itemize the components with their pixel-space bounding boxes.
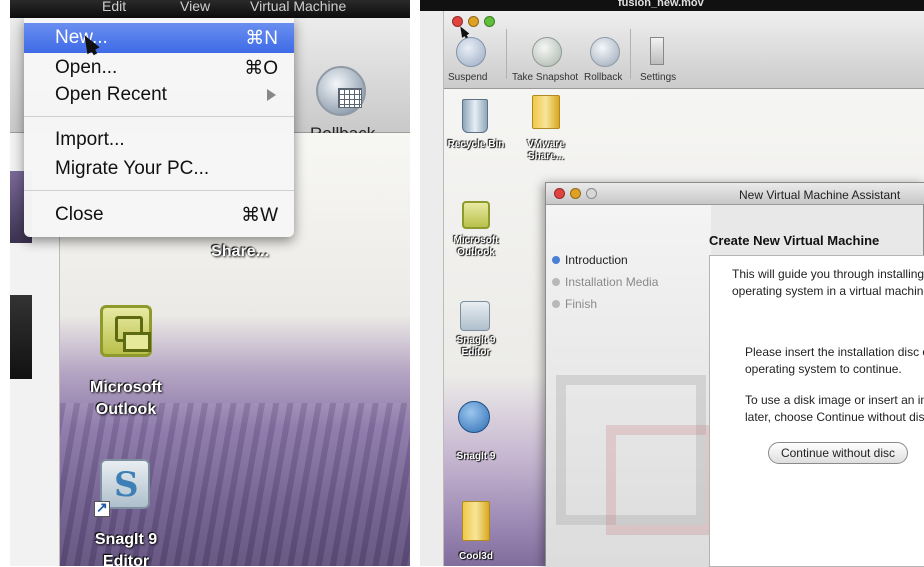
snagit-icon[interactable] xyxy=(458,401,490,433)
snagit-editor-label-line1: SnagIt 9 xyxy=(456,335,496,346)
menu-item-new[interactable]: New... ⌘N xyxy=(24,23,294,53)
settings-icon[interactable] xyxy=(650,37,664,65)
menu-item-migrate[interactable]: Migrate Your PC... xyxy=(24,154,294,184)
menu-virtual-machine[interactable]: Virtual Machine xyxy=(250,0,346,14)
shortcut-arrow-icon xyxy=(94,499,110,517)
intro-text-line2: operating system in a virtual machine xyxy=(732,284,924,298)
menu-bar: Edit View Virtual Machine xyxy=(10,0,410,18)
outlook-icon[interactable] xyxy=(100,305,152,357)
recycle-bin-label: Recycle Bin xyxy=(447,139,505,150)
cool3d-folder-icon[interactable] xyxy=(462,501,490,541)
suspend-icon[interactable] xyxy=(456,37,486,67)
continue-without-disc-button[interactable]: Continue without disc xyxy=(768,442,908,464)
rollback-icon[interactable] xyxy=(590,37,620,67)
left-screenshot-panel: Edit View Virtual Machine Rollback Share… xyxy=(10,0,410,566)
step-installation-media: Installation Media xyxy=(552,275,658,289)
menu-item-shortcut: ⌘N xyxy=(245,28,278,49)
assistant-title: New Virtual Machine Assistant xyxy=(739,188,901,202)
vmware-logo-watermark xyxy=(556,375,716,535)
vm-thumbnail[interactable] xyxy=(10,295,32,379)
new-vm-assistant-window: New Virtual Machine Assistant Introducti… xyxy=(545,182,924,567)
menu-item-shortcut: ⌘O xyxy=(244,58,278,79)
menu-item-close[interactable]: Close ⌘W xyxy=(24,200,294,230)
menu-item-label: Migrate Your PC... xyxy=(55,158,210,179)
insert-disc-text-line1: Please insert the installation disc o xyxy=(745,345,924,359)
step-label: Finish xyxy=(565,297,598,311)
menu-item-label: Import... xyxy=(55,129,125,150)
outlook-label-line2: Outlook xyxy=(457,247,495,258)
snagit-label-line1: SnagIt 9 xyxy=(94,531,158,548)
snagit-editor-icon[interactable] xyxy=(460,301,490,331)
step-dot-icon xyxy=(552,278,560,286)
menu-item-label: Open Recent xyxy=(55,84,167,105)
zoom-window-button[interactable] xyxy=(586,188,597,199)
file-menu: New... ⌘N Open... ⌘O Open Recent Import.… xyxy=(24,18,294,237)
menu-item-shortcut: ⌘W xyxy=(241,205,278,226)
take-snapshot-icon[interactable] xyxy=(532,37,562,67)
outlook-label-line1: Microsoft xyxy=(90,379,162,396)
share-icon-label[interactable]: Share... xyxy=(190,243,290,261)
recycle-bin-icon[interactable] xyxy=(462,99,488,133)
step-active-dot-icon xyxy=(552,256,560,264)
step-finish: Finish xyxy=(552,297,597,311)
disk-image-text-line1: To use a disk image or insert an in xyxy=(745,393,924,407)
assistant-content-pane: This will guide you through installing o… xyxy=(709,255,924,567)
insert-disc-text-line2: operating system to continue. xyxy=(745,362,902,376)
top-title-bar: fusion_new.mov xyxy=(420,0,924,11)
menu-separator xyxy=(24,190,294,191)
cool3d-label: Cool3d xyxy=(459,551,493,562)
suspend-label[interactable]: Suspend xyxy=(448,72,487,83)
assistant-heading: Create New Virtual Machine xyxy=(709,233,880,248)
menu-separator xyxy=(24,116,294,117)
close-window-button[interactable] xyxy=(554,188,565,199)
assistant-steps-sidebar: Introduction Installation Media Finish xyxy=(546,205,716,567)
submenu-arrow-icon xyxy=(267,89,276,101)
minimize-window-button[interactable] xyxy=(570,188,581,199)
disk-image-text-line2: later, choose Continue without disc xyxy=(745,410,924,424)
snagit-label: SnagIt 9 xyxy=(456,451,496,462)
step-label: Introduction xyxy=(565,253,628,267)
toolbar-divider xyxy=(630,29,631,79)
menu-item-open-recent[interactable]: Open Recent xyxy=(24,80,294,110)
snagit-editor-label-line2: Editor xyxy=(461,347,491,358)
settings-label[interactable]: Settings xyxy=(640,72,676,83)
menu-edit[interactable]: Edit xyxy=(102,0,126,14)
rollback-label[interactable]: Rollback xyxy=(584,72,622,83)
vmware-share-label-line1: VMware xyxy=(527,139,565,150)
toolbar-divider xyxy=(506,29,507,79)
outlook-label-line2: Outlook xyxy=(95,401,157,418)
menu-view[interactable]: View xyxy=(180,0,210,14)
vm-library-sidebar xyxy=(420,11,444,566)
rollback-icon[interactable] xyxy=(316,66,366,116)
vmware-share-folder-icon[interactable] xyxy=(532,95,560,129)
take-snapshot-label[interactable]: Take Snapshot xyxy=(512,72,578,83)
vmware-share-label-line2: Share... xyxy=(527,151,565,162)
outlook-icon[interactable] xyxy=(462,201,490,229)
step-label: Installation Media xyxy=(565,275,659,289)
vm-window-toolbar: Suspend Take Snapshot Rollback Settings xyxy=(444,11,924,89)
step-introduction: Introduction xyxy=(552,253,628,267)
recording-title: fusion_new.mov xyxy=(618,0,704,9)
assistant-title-bar: New Virtual Machine Assistant xyxy=(546,183,924,205)
menu-item-label: Open... xyxy=(55,57,118,78)
step-dot-icon xyxy=(552,300,560,308)
menu-item-label: Close xyxy=(55,204,104,225)
outlook-label-line1: Microsoft xyxy=(453,235,499,246)
menu-item-open[interactable]: Open... ⌘O xyxy=(24,53,294,83)
intro-text-line1: This will guide you through installing xyxy=(732,267,924,281)
minimize-window-button[interactable] xyxy=(468,16,479,27)
menu-item-import[interactable]: Import... xyxy=(24,125,294,155)
snagit-label-line2: Editor xyxy=(102,553,150,566)
zoom-window-button[interactable] xyxy=(484,16,495,27)
